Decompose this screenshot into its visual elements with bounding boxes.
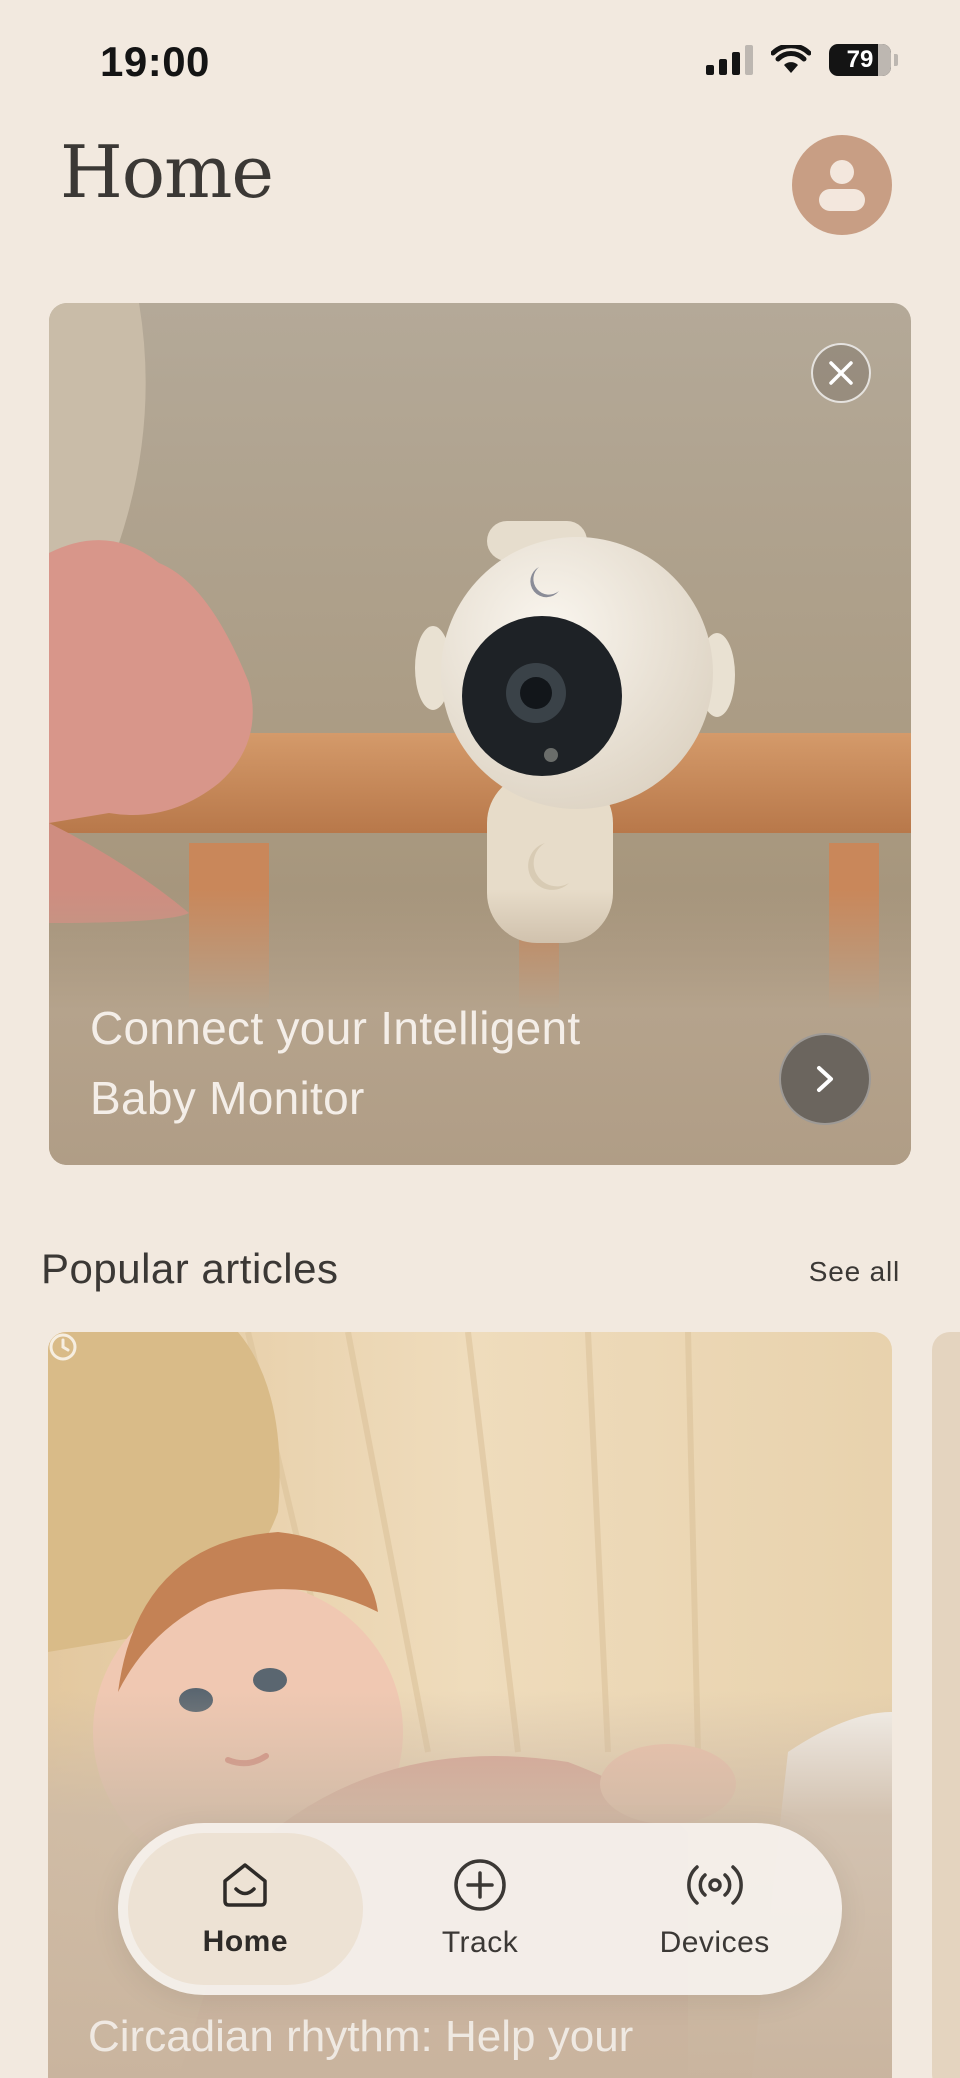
article-title: Circadian rhythm: Help your bbox=[88, 2012, 634, 2061]
battery-level: 79 bbox=[846, 46, 874, 73]
page-title: Home bbox=[60, 130, 274, 214]
plus-circle-icon bbox=[454, 1859, 506, 1911]
promo-go-button[interactable] bbox=[779, 1033, 871, 1125]
profile-button[interactable] bbox=[792, 135, 892, 235]
status-bar: 19:00 79 bbox=[0, 0, 960, 120]
next-article-card-peek[interactable] bbox=[932, 1332, 960, 2078]
see-all-link[interactable]: See all bbox=[809, 1256, 900, 1288]
tab-track-label: Track bbox=[441, 1926, 519, 1959]
tab-track[interactable]: Track bbox=[363, 1833, 598, 1985]
clock-icon bbox=[49, 1333, 77, 1361]
promo-text-line-1: Connect your Intelligent bbox=[90, 1002, 581, 1054]
tab-devices[interactable]: Devices bbox=[597, 1833, 832, 1985]
tab-home-label: Home bbox=[202, 1925, 289, 1958]
user-icon bbox=[819, 160, 865, 211]
signal-icon bbox=[706, 45, 753, 75]
status-icons: 79 bbox=[706, 44, 898, 76]
close-button[interactable] bbox=[811, 343, 871, 403]
tab-devices-label: Devices bbox=[659, 1926, 770, 1959]
close-icon bbox=[829, 361, 853, 385]
chevron-right-icon bbox=[817, 1066, 833, 1092]
tab-home[interactable]: Home bbox=[128, 1833, 363, 1985]
section-title: Popular articles bbox=[41, 1245, 339, 1292]
home-screen: 19:00 79 Home Connect your Intelligent B… bbox=[0, 0, 960, 2078]
broadcast-icon bbox=[686, 1865, 743, 1905]
promo-text: Connect your Intelligent Baby Monitor bbox=[90, 993, 710, 1133]
status-time: 19:00 bbox=[100, 38, 210, 85]
promo-text-line-2: Baby Monitor bbox=[90, 1072, 365, 1124]
tab-bar: Home Track Devices bbox=[118, 1823, 842, 1995]
promo-card[interactable]: Connect your Intelligent Baby Monitor bbox=[49, 303, 911, 1165]
home-icon bbox=[223, 1863, 268, 1907]
battery-icon: 79 bbox=[829, 44, 898, 76]
wifi-icon bbox=[771, 45, 811, 73]
